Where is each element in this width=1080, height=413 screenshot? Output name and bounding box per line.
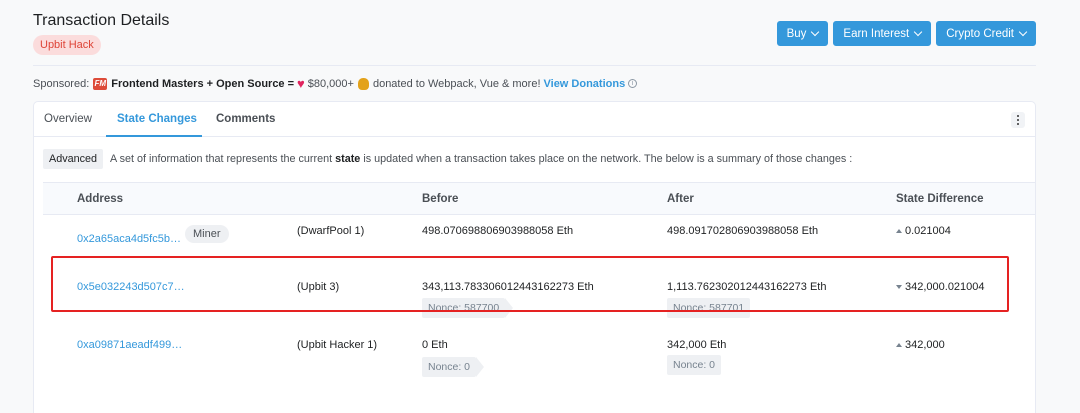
state-diff: 342,000.021004 bbox=[896, 281, 985, 293]
address-link[interactable]: 0x2a65aca4d5fc5b… bbox=[77, 233, 181, 245]
state-diff: 342,000 bbox=[896, 339, 945, 351]
buy-button-label: Buy bbox=[786, 27, 807, 40]
header-after: After bbox=[667, 193, 694, 205]
frontend-masters-logo-icon: FM bbox=[93, 77, 108, 90]
advanced-text-bold: state bbox=[335, 153, 361, 165]
address-link[interactable]: 0x5e032243d507c7… bbox=[77, 281, 185, 293]
tab-comments[interactable]: Comments bbox=[216, 113, 275, 125]
advanced-info-row: Advanced A set of information that repre… bbox=[43, 149, 852, 169]
after-value: 498.091702806903988058 Eth bbox=[667, 225, 819, 237]
after-nonce: Nonce: 587701 bbox=[667, 298, 751, 318]
header-state-difference: State Difference bbox=[896, 193, 984, 205]
address-label: (DwarfPool 1) bbox=[297, 225, 365, 237]
header-address: Address bbox=[77, 193, 124, 205]
advanced-text-after: is updated when a transaction takes plac… bbox=[363, 153, 853, 165]
page-title: Transaction Details bbox=[33, 12, 170, 29]
crypto-credit-button-label: Crypto Credit bbox=[946, 27, 1014, 40]
table-row: 0xa09871aeadf499… (Upbit Hacker 1) 0 Eth… bbox=[43, 332, 1035, 392]
sponsor-banner: Sponsored: FM Frontend Masters + Open So… bbox=[33, 76, 638, 91]
chevron-down-icon bbox=[914, 27, 923, 37]
address-label: (Upbit Hacker 1) bbox=[297, 339, 378, 351]
chevron-down-icon bbox=[1018, 27, 1028, 37]
sponsor-name[interactable]: Frontend Masters + Open Source = bbox=[111, 78, 294, 90]
table-row: 0x2a65aca4d5fc5b… Miner (DwarfPool 1) 49… bbox=[43, 215, 1035, 273]
sponsor-prefix: Sponsored: bbox=[33, 77, 90, 90]
tab-overview[interactable]: Overview bbox=[44, 113, 92, 125]
earn-interest-button[interactable]: Earn Interest bbox=[833, 21, 932, 46]
state-diff: 0.021004 bbox=[896, 225, 951, 237]
sponsor-text: donated to Webpack, Vue & more! bbox=[372, 77, 541, 90]
header-before: Before bbox=[422, 193, 459, 205]
sponsor-amount: $80,000+ bbox=[307, 77, 354, 90]
before-value: 343,113.783306012443162273 Eth bbox=[422, 281, 594, 293]
triangle-up-icon bbox=[896, 229, 902, 234]
after-value: 1,113.762302012443162273 Eth bbox=[667, 281, 827, 293]
before-nonce: Nonce: 587700 bbox=[422, 298, 514, 318]
table-row: 0x5e032243d507c7… (Upbit 3) 343,113.7833… bbox=[43, 273, 1035, 332]
view-donations-link[interactable]: View Donations bbox=[544, 78, 626, 90]
before-nonce: Nonce: 0 bbox=[422, 357, 485, 377]
money-bag-icon bbox=[357, 77, 369, 90]
header-button-group: Buy Earn Interest Crypto Credit bbox=[776, 21, 1036, 46]
triangle-up-icon bbox=[896, 343, 902, 348]
state-diff-value: 342,000 bbox=[905, 339, 945, 351]
address-link[interactable]: 0xa09871aeadf499… bbox=[77, 339, 182, 351]
transaction-card: Overview State Changes Comments Advanced… bbox=[33, 101, 1036, 413]
active-tab-indicator bbox=[106, 135, 202, 137]
buy-button[interactable]: Buy bbox=[776, 21, 829, 46]
advanced-text-before: A set of information that represents the… bbox=[110, 153, 333, 165]
state-diff-value: 0.021004 bbox=[905, 225, 951, 237]
header-divider bbox=[33, 65, 1036, 66]
state-changes-table: Address Before After State Difference 0x… bbox=[43, 182, 1035, 392]
triangle-down-icon bbox=[896, 285, 902, 290]
tab-state-changes[interactable]: State Changes bbox=[117, 113, 197, 125]
after-nonce: Nonce: 0 bbox=[667, 355, 722, 375]
state-diff-value: 342,000.021004 bbox=[905, 281, 985, 293]
before-value: 0 Eth bbox=[422, 339, 448, 351]
table-header: Address Before After State Difference bbox=[43, 182, 1035, 215]
miner-badge: Miner bbox=[185, 225, 229, 243]
upbit-hack-tag[interactable]: Upbit Hack bbox=[33, 35, 101, 55]
earn-interest-button-label: Earn Interest bbox=[843, 27, 910, 40]
after-value: 342,000 Eth bbox=[667, 339, 727, 351]
more-options-icon[interactable] bbox=[1011, 112, 1025, 128]
advanced-badge: Advanced bbox=[43, 149, 104, 169]
chevron-down-icon bbox=[811, 27, 820, 37]
heart-icon: ♥ bbox=[297, 76, 305, 91]
info-icon[interactable]: i bbox=[628, 79, 638, 88]
before-value: 498.070698806903988058 Eth bbox=[422, 225, 574, 237]
crypto-credit-button[interactable]: Crypto Credit bbox=[936, 21, 1036, 46]
address-label: (Upbit 3) bbox=[297, 281, 340, 293]
tab-bar: Overview State Changes Comments bbox=[34, 102, 1035, 137]
